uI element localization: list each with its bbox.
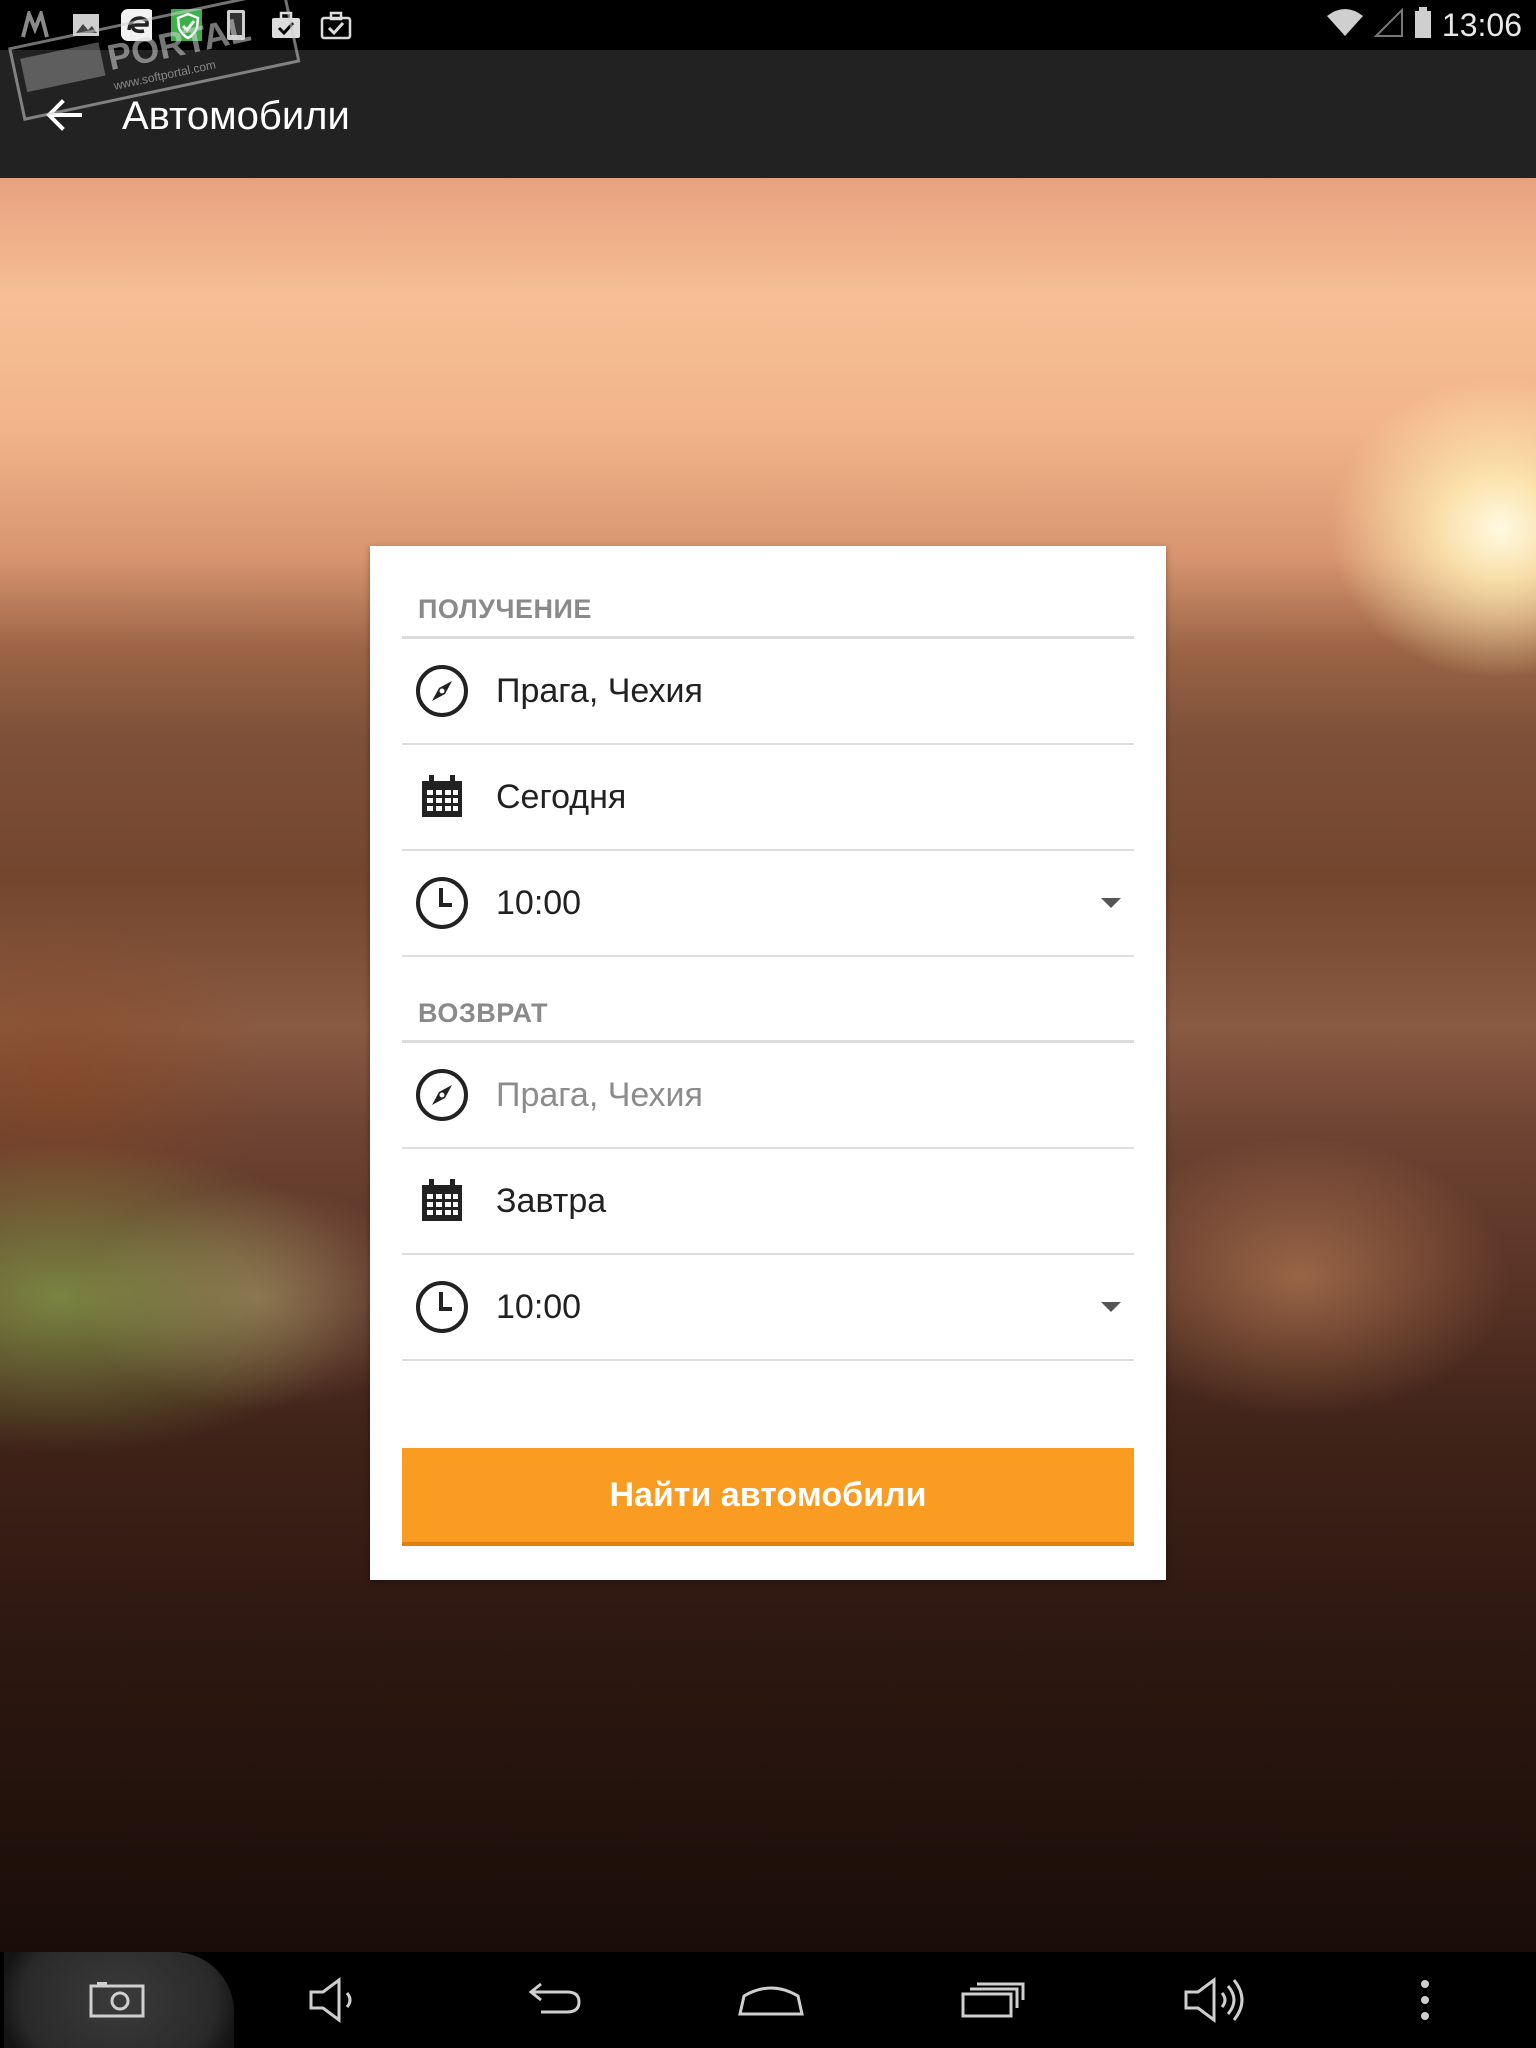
car-search-form: ПОЛУЧЕНИЕ Прага, Чехия Сегодня 10:00 ВОЗ…	[370, 546, 1166, 1580]
briefcase-check-icon	[320, 10, 352, 40]
battery-icon	[1414, 6, 1432, 44]
pickup-time-value: 10:00	[496, 883, 582, 922]
calendar-icon	[412, 1171, 472, 1231]
return-location-field[interactable]: Прага, Чехия	[402, 1043, 1134, 1149]
back-icon[interactable]	[518, 1972, 588, 2028]
return-time-dropdown[interactable]: 10:00	[402, 1255, 1134, 1361]
clock-icon	[412, 873, 472, 933]
home-icon[interactable]	[736, 1972, 806, 2028]
status-clock: 13:06	[1441, 6, 1522, 43]
recents-icon[interactable]	[958, 1972, 1028, 2028]
pickup-location-field[interactable]: Прага, Чехия	[402, 639, 1134, 745]
compass-icon	[412, 1065, 472, 1125]
dropdown-arrow-icon	[1096, 888, 1126, 918]
dropdown-arrow-icon	[1096, 1292, 1126, 1322]
return-date-field[interactable]: Завтра	[402, 1149, 1134, 1255]
return-location-placeholder: Прага, Чехия	[496, 1075, 703, 1114]
pickup-date-field[interactable]: Сегодня	[402, 745, 1134, 851]
find-cars-button[interactable]: Найти автомобили	[402, 1448, 1134, 1546]
pickup-location-value: Прага, Чехия	[496, 671, 703, 710]
return-header: ВОЗВРАТ	[418, 998, 549, 1028]
wifi-icon	[1326, 8, 1364, 43]
return-time-value: 10:00	[496, 1287, 582, 1326]
overflow-menu-icon[interactable]	[1390, 1972, 1460, 2028]
navigation-bar	[0, 1952, 1536, 2048]
pickup-date-value: Сегодня	[496, 777, 627, 816]
pickup-time-dropdown[interactable]: 10:00	[402, 851, 1134, 957]
return-date-value: Завтра	[496, 1181, 607, 1220]
clock-icon	[412, 1277, 472, 1337]
pickup-header: ПОЛУЧЕНИЕ	[418, 594, 592, 624]
volume-down-icon[interactable]	[300, 1972, 370, 2028]
volume-up-icon[interactable]	[1180, 1972, 1250, 2028]
calendar-icon	[412, 767, 472, 827]
screenshot-icon[interactable]	[82, 1972, 152, 2028]
compass-icon	[412, 661, 472, 721]
no-signal-icon	[1373, 7, 1404, 43]
